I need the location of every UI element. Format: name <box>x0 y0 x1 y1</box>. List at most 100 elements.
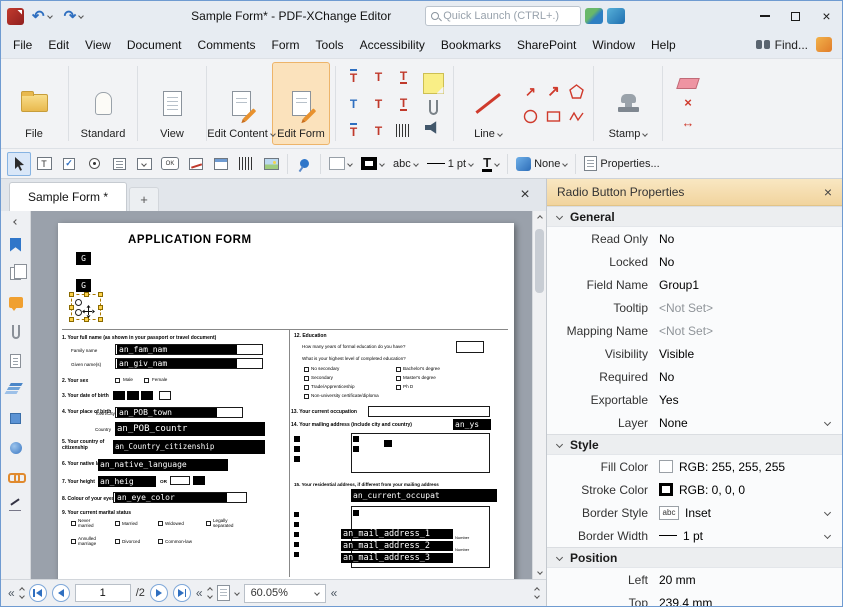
session-restore-icon[interactable] <box>607 8 625 24</box>
section-position[interactable]: Position <box>547 547 842 568</box>
resize-handle[interactable] <box>84 292 89 297</box>
checkbox-field[interactable] <box>206 521 211 526</box>
prop-row-border-width[interactable]: Border Width1 pt <box>547 524 842 547</box>
prop-row-field-name[interactable]: Field NameGroup1 <box>547 273 842 296</box>
redacted-field[interactable] <box>294 512 299 517</box>
redo-dropdown-chevron-icon[interactable] <box>78 13 84 19</box>
font-color-dropdown[interactable]: T <box>478 152 503 176</box>
stamp-tool-button[interactable]: Stamp <box>599 62 657 145</box>
barcode-icon[interactable] <box>393 120 415 142</box>
fill-color-dropdown[interactable] <box>325 152 356 176</box>
pan-tool-icon[interactable] <box>816 37 832 52</box>
redacted-field[interactable] <box>294 552 299 557</box>
tab-sample-form[interactable]: Sample Form * <box>9 182 127 211</box>
underline-text-icon[interactable]: T <box>393 66 415 88</box>
menu-edit[interactable]: Edit <box>40 31 77 58</box>
redacted-field[interactable]: an_eye_color <box>115 493 227 502</box>
redacted-field[interactable]: an_fam_nam <box>117 345 237 354</box>
checkbox-field[interactable] <box>158 539 163 544</box>
chevron-down-icon[interactable] <box>824 419 831 426</box>
first-page-button[interactable] <box>29 584 47 602</box>
zoom-select[interactable]: 60.05% <box>244 584 326 603</box>
new-tab-button[interactable]: + <box>129 187 159 211</box>
radio-button-field[interactable] <box>75 299 82 306</box>
combo-box-tool-button[interactable] <box>132 152 156 176</box>
document-canvas[interactable]: APPLICATION FORM G G <box>31 211 532 579</box>
resize-handle[interactable] <box>98 292 103 297</box>
attach-file-icon[interactable] <box>429 100 438 115</box>
prop-row-locked[interactable]: LockedNo <box>547 250 842 273</box>
resize-handle[interactable] <box>98 317 103 322</box>
redacted-field[interactable] <box>294 532 299 537</box>
select-tool-button[interactable] <box>7 152 31 176</box>
checkbox-field[interactable] <box>115 378 120 383</box>
image-field-tool-button[interactable] <box>259 152 283 176</box>
checkbox-field[interactable] <box>396 376 401 381</box>
undo-button[interactable]: ↶ <box>28 7 56 26</box>
small-text-icon[interactable]: T <box>368 120 390 142</box>
overflow-chevron[interactable]: « <box>8 587 15 599</box>
vertical-scrollbar[interactable] <box>532 211 546 579</box>
sidebar-item-signatures[interactable] <box>2 491 30 520</box>
redacted-field[interactable]: an_POB_town <box>117 408 217 417</box>
checkbox-field[interactable] <box>158 521 163 526</box>
scrollbar-thumb[interactable] <box>535 229 544 293</box>
quick-launch-input[interactable] <box>443 10 575 22</box>
overflow-chevron[interactable]: « <box>196 587 203 599</box>
sidebar-item-destinations[interactable] <box>2 433 30 462</box>
redacted-field[interactable] <box>294 456 300 462</box>
prop-row-border-style[interactable]: Border StyleabcInset <box>547 501 842 524</box>
panel-close-button[interactable]: × <box>824 184 832 200</box>
splitter-handle[interactable] <box>208 588 212 598</box>
text-field-tool-button[interactable]: T <box>32 152 56 176</box>
resize-handle[interactable] <box>98 305 103 310</box>
checkbox-field[interactable] <box>304 367 309 372</box>
prop-row-visibility[interactable]: VisibilityVisible <box>547 342 842 365</box>
sidebar-collapse-button[interactable] <box>2 214 30 230</box>
redacted-field[interactable] <box>113 391 125 400</box>
redacted-field[interactable] <box>353 510 359 516</box>
minimize-button[interactable] <box>749 1 780 31</box>
polyline-annotation-icon[interactable] <box>569 109 584 124</box>
overflow-chevron[interactable]: « <box>331 587 338 599</box>
prop-row-top[interactable]: Top239.4 mm <box>547 591 842 606</box>
menu-file[interactable]: File <box>5 31 40 58</box>
ui-options-icon[interactable] <box>585 8 603 24</box>
splitter-handle[interactable] <box>20 588 24 598</box>
strikeout-text-icon[interactable]: T <box>393 93 415 115</box>
checkbox-field[interactable] <box>144 378 149 383</box>
document-page[interactable]: APPLICATION FORM G G <box>58 223 514 579</box>
rectangle-annotation-icon[interactable] <box>546 109 561 124</box>
barcode-field-tool-button[interactable] <box>234 152 258 176</box>
menu-accessibility[interactable]: Accessibility <box>352 31 433 58</box>
page-layout-chevron-icon[interactable] <box>234 590 240 596</box>
menu-help[interactable]: Help <box>643 31 684 58</box>
hscroll-arrows[interactable] <box>535 588 539 598</box>
text-field[interactable] <box>456 341 484 353</box>
text-field[interactable] <box>170 476 190 485</box>
sidebar-item-bookmarks[interactable] <box>2 230 30 259</box>
polygon-annotation-icon[interactable] <box>569 84 584 99</box>
redacted-field[interactable] <box>141 391 153 400</box>
sidebar-item-3d[interactable] <box>2 404 30 433</box>
radio-button-tool-button[interactable] <box>82 152 106 176</box>
prop-row-exportable[interactable]: ExportableYes <box>547 388 842 411</box>
file-ribbon-button[interactable]: File <box>5 62 63 145</box>
redacted-field[interactable]: an_POB_countr <box>115 422 265 436</box>
menu-form[interactable]: Form <box>264 31 308 58</box>
prop-row-required[interactable]: RequiredNo <box>547 365 842 388</box>
properties-button[interactable]: Properties... <box>580 152 663 176</box>
border-width-dropdown[interactable]: 1 pt <box>423 152 477 176</box>
radio-button-field[interactable] <box>75 309 82 316</box>
measure-distance-icon[interactable]: ↔ <box>682 116 695 129</box>
text-field[interactable] <box>368 406 490 417</box>
sticky-note-icon[interactable] <box>423 73 444 94</box>
checkbox-field[interactable] <box>115 539 120 544</box>
text-field[interactable] <box>351 433 490 473</box>
checkbox-field[interactable] <box>115 521 120 526</box>
quick-launch-search[interactable] <box>425 6 581 26</box>
checkbox-tool-button[interactable]: ✓ <box>57 152 81 176</box>
sidebar-item-attachments[interactable] <box>2 317 30 346</box>
section-general[interactable]: General <box>547 206 842 227</box>
prop-row-mapping-name[interactable]: Mapping Name<Not Set> <box>547 319 842 342</box>
